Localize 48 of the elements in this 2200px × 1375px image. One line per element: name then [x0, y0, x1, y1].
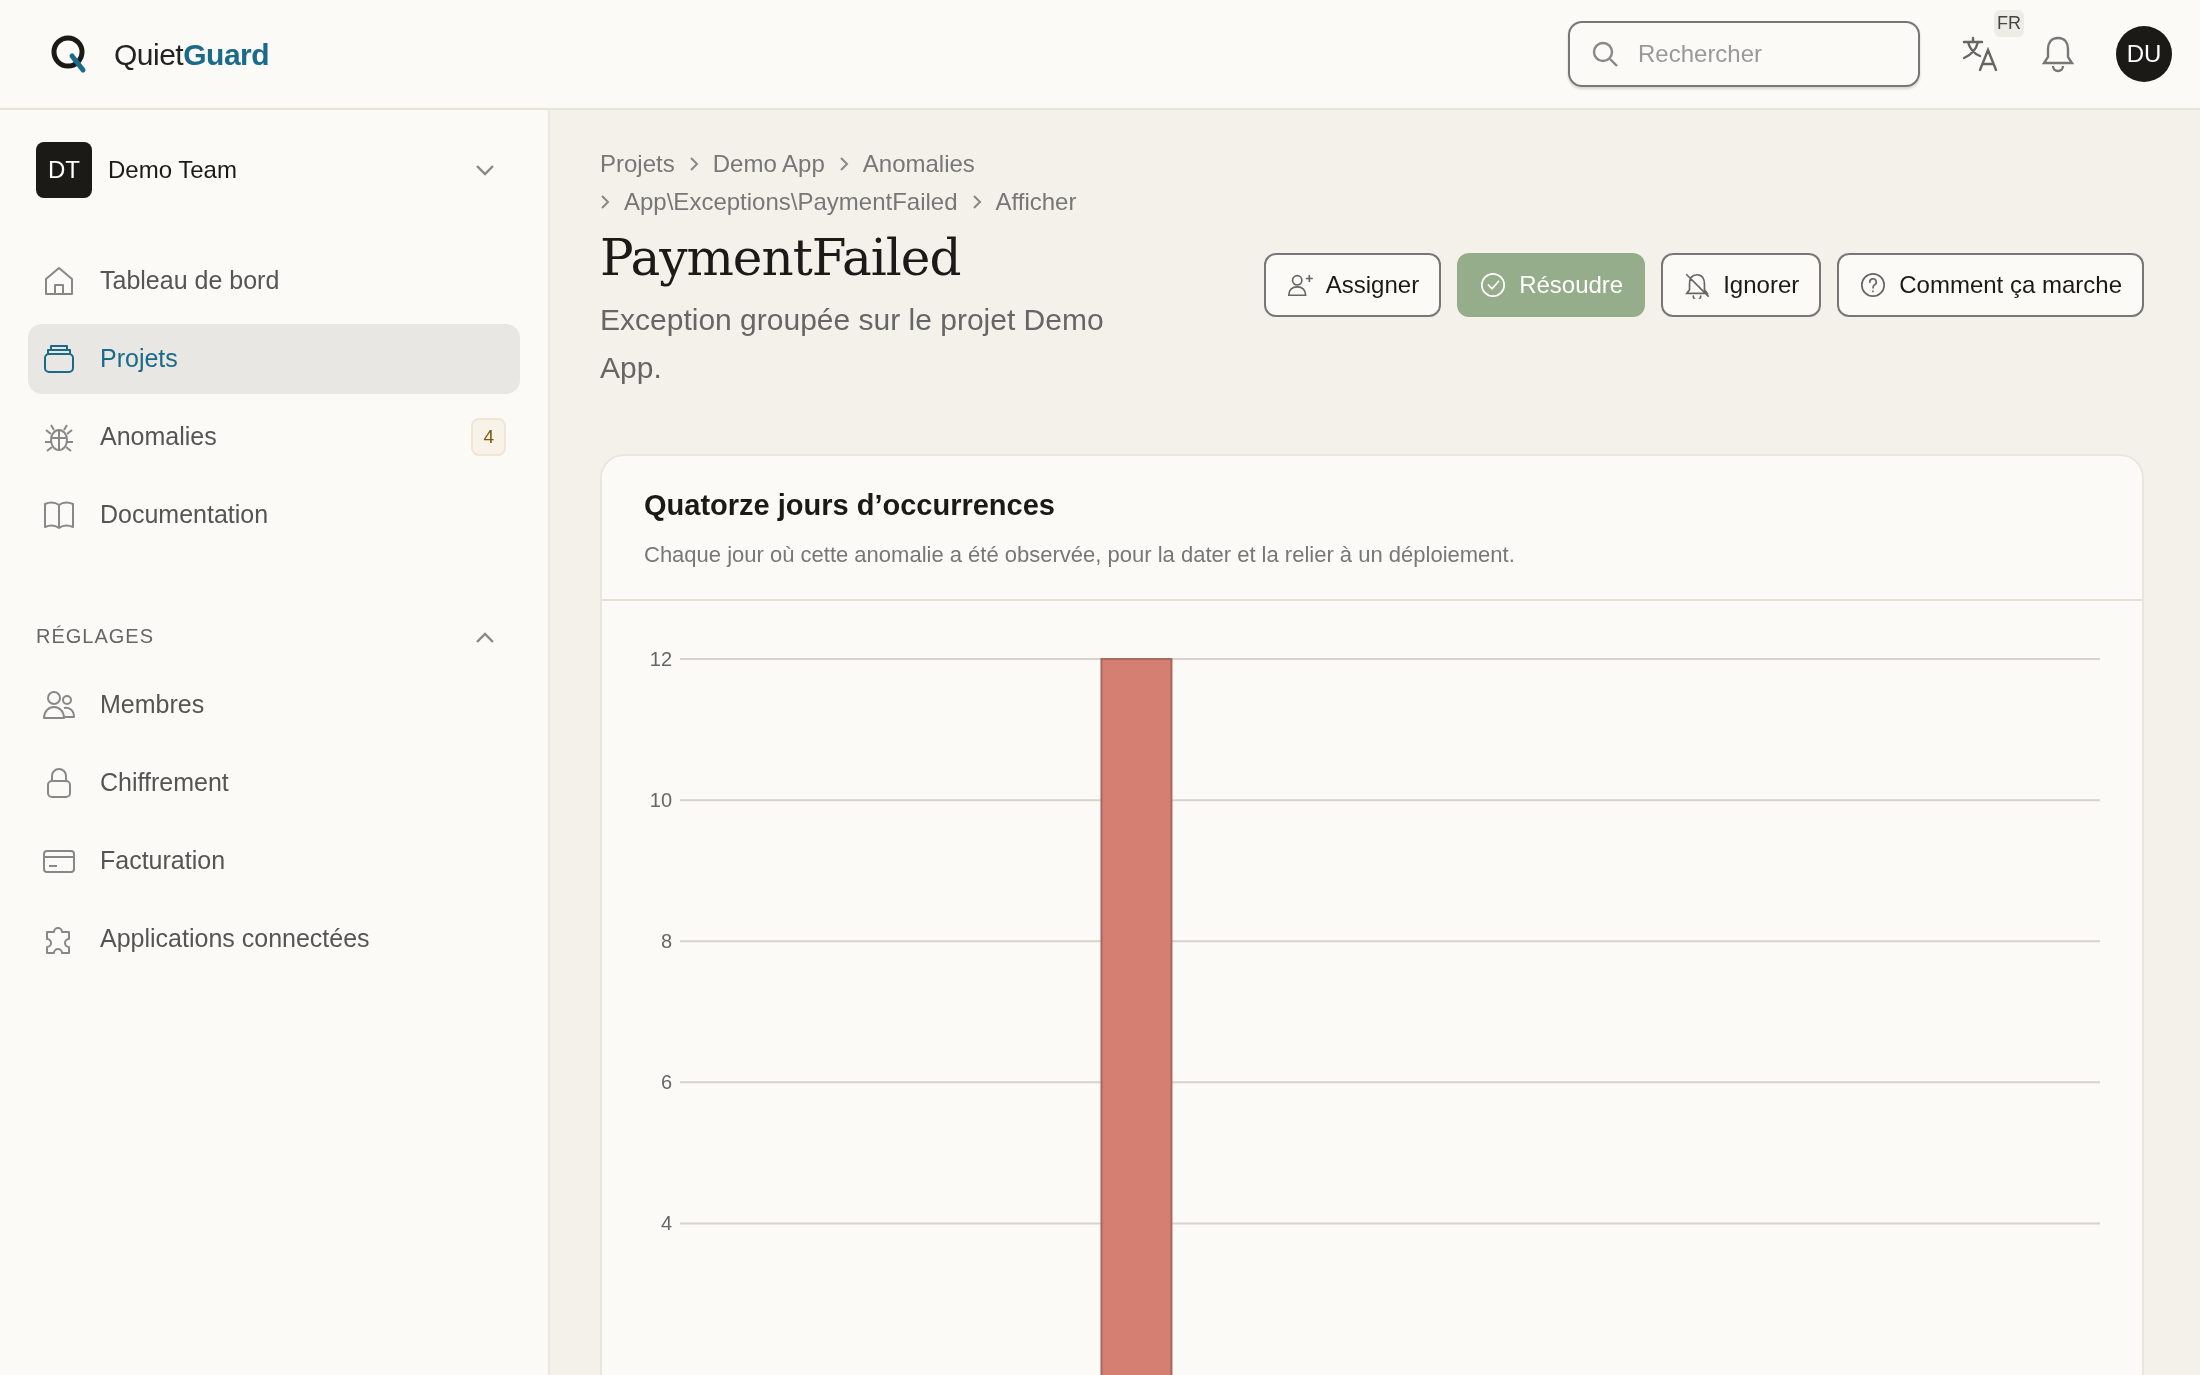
team-avatar: DT: [36, 142, 92, 198]
translate-icon[interactable]: [1960, 34, 2000, 74]
axis-tick-label: 6: [660, 1070, 673, 1093]
question-circle-icon: [1859, 271, 1888, 299]
breadcrumb-link[interactable]: Demo App: [712, 146, 825, 182]
chevron-right-icon: [600, 194, 610, 210]
chevron-right-icon: [971, 194, 982, 210]
card-title: Quatorze jours d’occurrences: [644, 488, 1056, 523]
page-subtitle: Exception groupée sur le projet Demo App.: [600, 302, 1105, 386]
action-button[interactable]: Ignorer: [1661, 253, 1822, 317]
nav-item[interactable]: Membres: [28, 670, 520, 740]
axis-tick-label: 4: [660, 1211, 673, 1234]
axis-tick-label: 8: [660, 929, 673, 952]
nav-item[interactable]: Tableau de bord: [28, 246, 520, 316]
nav-item[interactable]: Chiffrement: [28, 748, 520, 818]
breadcrumb-link[interactable]: Anomalies: [862, 146, 975, 182]
stack-icon: [42, 342, 76, 376]
bell-icon[interactable]: [2040, 34, 2076, 74]
card-subtitle: Chaque jour où cette anomalie a été observée, pour la dater et la relier à un déploiement.: [644, 540, 1516, 569]
chevron-right-icon: [688, 156, 699, 172]
chevron-down-icon[interactable]: [474, 163, 496, 177]
section-heading: RÉGLAGES: [36, 624, 155, 649]
breadcrumb-link[interactable]: Projets: [600, 146, 675, 182]
user-avatar[interactable]: DU: [2116, 26, 2172, 82]
page-title: PaymentFailed: [600, 228, 962, 288]
nav-item[interactable]: Projets: [28, 324, 520, 394]
count-badge: 4: [471, 417, 506, 457]
breadcrumb-link[interactable]: App\Exceptions\PaymentFailed: [624, 184, 958, 220]
action-button[interactable]: Comment ça marche: [1837, 253, 2144, 317]
search-icon: [1590, 39, 1620, 69]
chevron-up-icon[interactable]: [474, 630, 496, 645]
axis-tick-label: 12: [649, 647, 673, 670]
language-badge: FR: [1994, 10, 2024, 37]
search-field[interactable]: Rechercher: [1568, 21, 1920, 87]
breadcrumb-link[interactable]: Afficher: [995, 184, 1077, 220]
nav-item[interactable]: Facturation: [28, 826, 520, 896]
logo-text: QuietGuard: [114, 36, 270, 73]
chevron-right-icon: [838, 156, 849, 172]
nav-item[interactable]: Anomalies 4: [28, 402, 520, 472]
home-icon: [42, 264, 76, 298]
action-button[interactable]: Assigner: [1263, 253, 1442, 317]
axis-tick-label: 10: [649, 788, 673, 811]
users-icon: [42, 688, 76, 722]
check-circle-icon: [1479, 271, 1508, 299]
team-name[interactable]: Demo Team: [108, 152, 237, 188]
bell-off-icon: [1683, 271, 1712, 299]
nav-item[interactable]: Documentation: [28, 480, 520, 550]
nav-item[interactable]: Applications connectées: [28, 904, 520, 974]
